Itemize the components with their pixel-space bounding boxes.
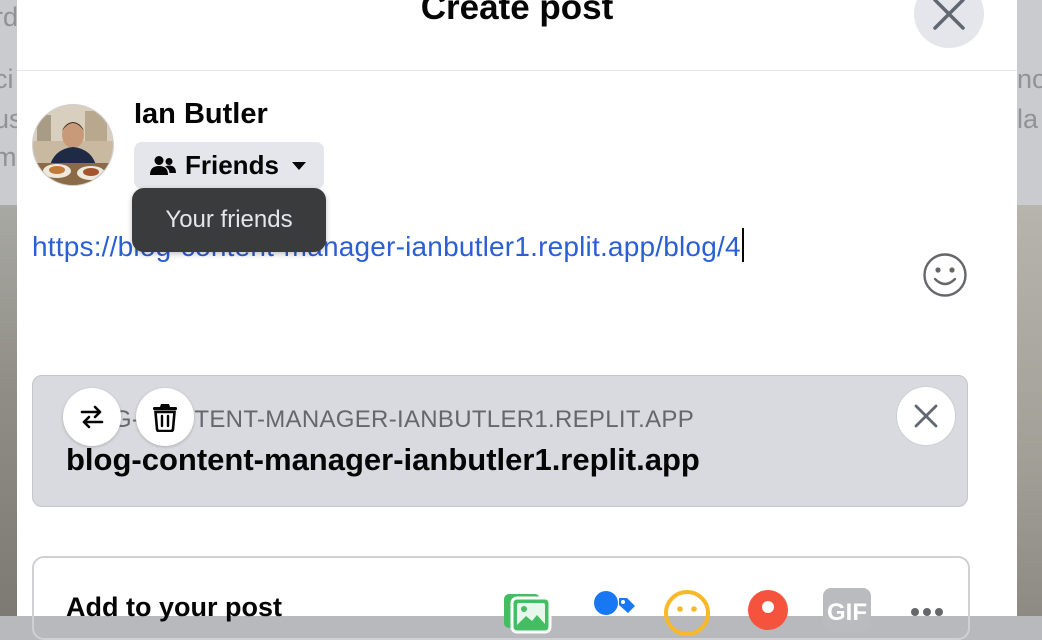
- avatar-photo: [33, 105, 113, 185]
- caret-down-icon: [291, 161, 306, 170]
- close-dialog-button[interactable]: [914, 0, 984, 48]
- close-icon: [933, 0, 965, 30]
- avatar[interactable]: [32, 104, 114, 186]
- trash-icon: [153, 404, 177, 432]
- link-preview-title: blog-content-manager-ianbutler1.replit.a…: [66, 442, 700, 477]
- dialog-title: Create post: [420, 0, 614, 27]
- feeling-icon[interactable]: [662, 588, 712, 638]
- photo-video-icon[interactable]: [502, 588, 552, 638]
- swap-preview-button[interactable]: [63, 388, 121, 446]
- add-to-post-label: Add to your post: [66, 592, 282, 622]
- bg-text-fragment: ci: [0, 64, 14, 94]
- create-post-dialog: Create post: [17, 0, 1017, 616]
- emoji-picker-icon[interactable]: [922, 252, 968, 298]
- bg-text-fragment: no: [1017, 64, 1042, 94]
- audience-label: Friends: [185, 150, 279, 180]
- friends-icon: [150, 155, 176, 175]
- close-icon: [914, 404, 938, 428]
- bg-text-fragment: m: [0, 142, 17, 172]
- swap-arrows-icon: [80, 405, 104, 429]
- bg-photo: [1017, 205, 1042, 616]
- bg-text-fragment: us: [0, 104, 17, 134]
- check-in-icon[interactable]: [743, 588, 793, 638]
- background-right: no la: [1017, 0, 1042, 616]
- gif-label: GIF: [827, 599, 867, 626]
- audience-selector-button[interactable]: Friends: [134, 142, 324, 189]
- background-left: rd ci us m: [0, 0, 17, 616]
- gif-icon[interactable]: GIF: [823, 588, 871, 632]
- close-preview-button[interactable]: [896, 386, 956, 446]
- text-cursor: [741, 228, 744, 262]
- more-icon[interactable]: [904, 588, 954, 638]
- audience-tooltip: Your friends: [132, 188, 326, 252]
- tag-people-icon[interactable]: [591, 588, 641, 638]
- bg-photo: [0, 205, 17, 616]
- remove-preview-button[interactable]: [136, 388, 194, 446]
- bg-text-fragment: rd: [0, 2, 17, 32]
- user-name: Ian Butler: [134, 98, 268, 130]
- bg-text-fragment: la: [1017, 104, 1039, 134]
- dialog-header: Create post: [17, 0, 1017, 71]
